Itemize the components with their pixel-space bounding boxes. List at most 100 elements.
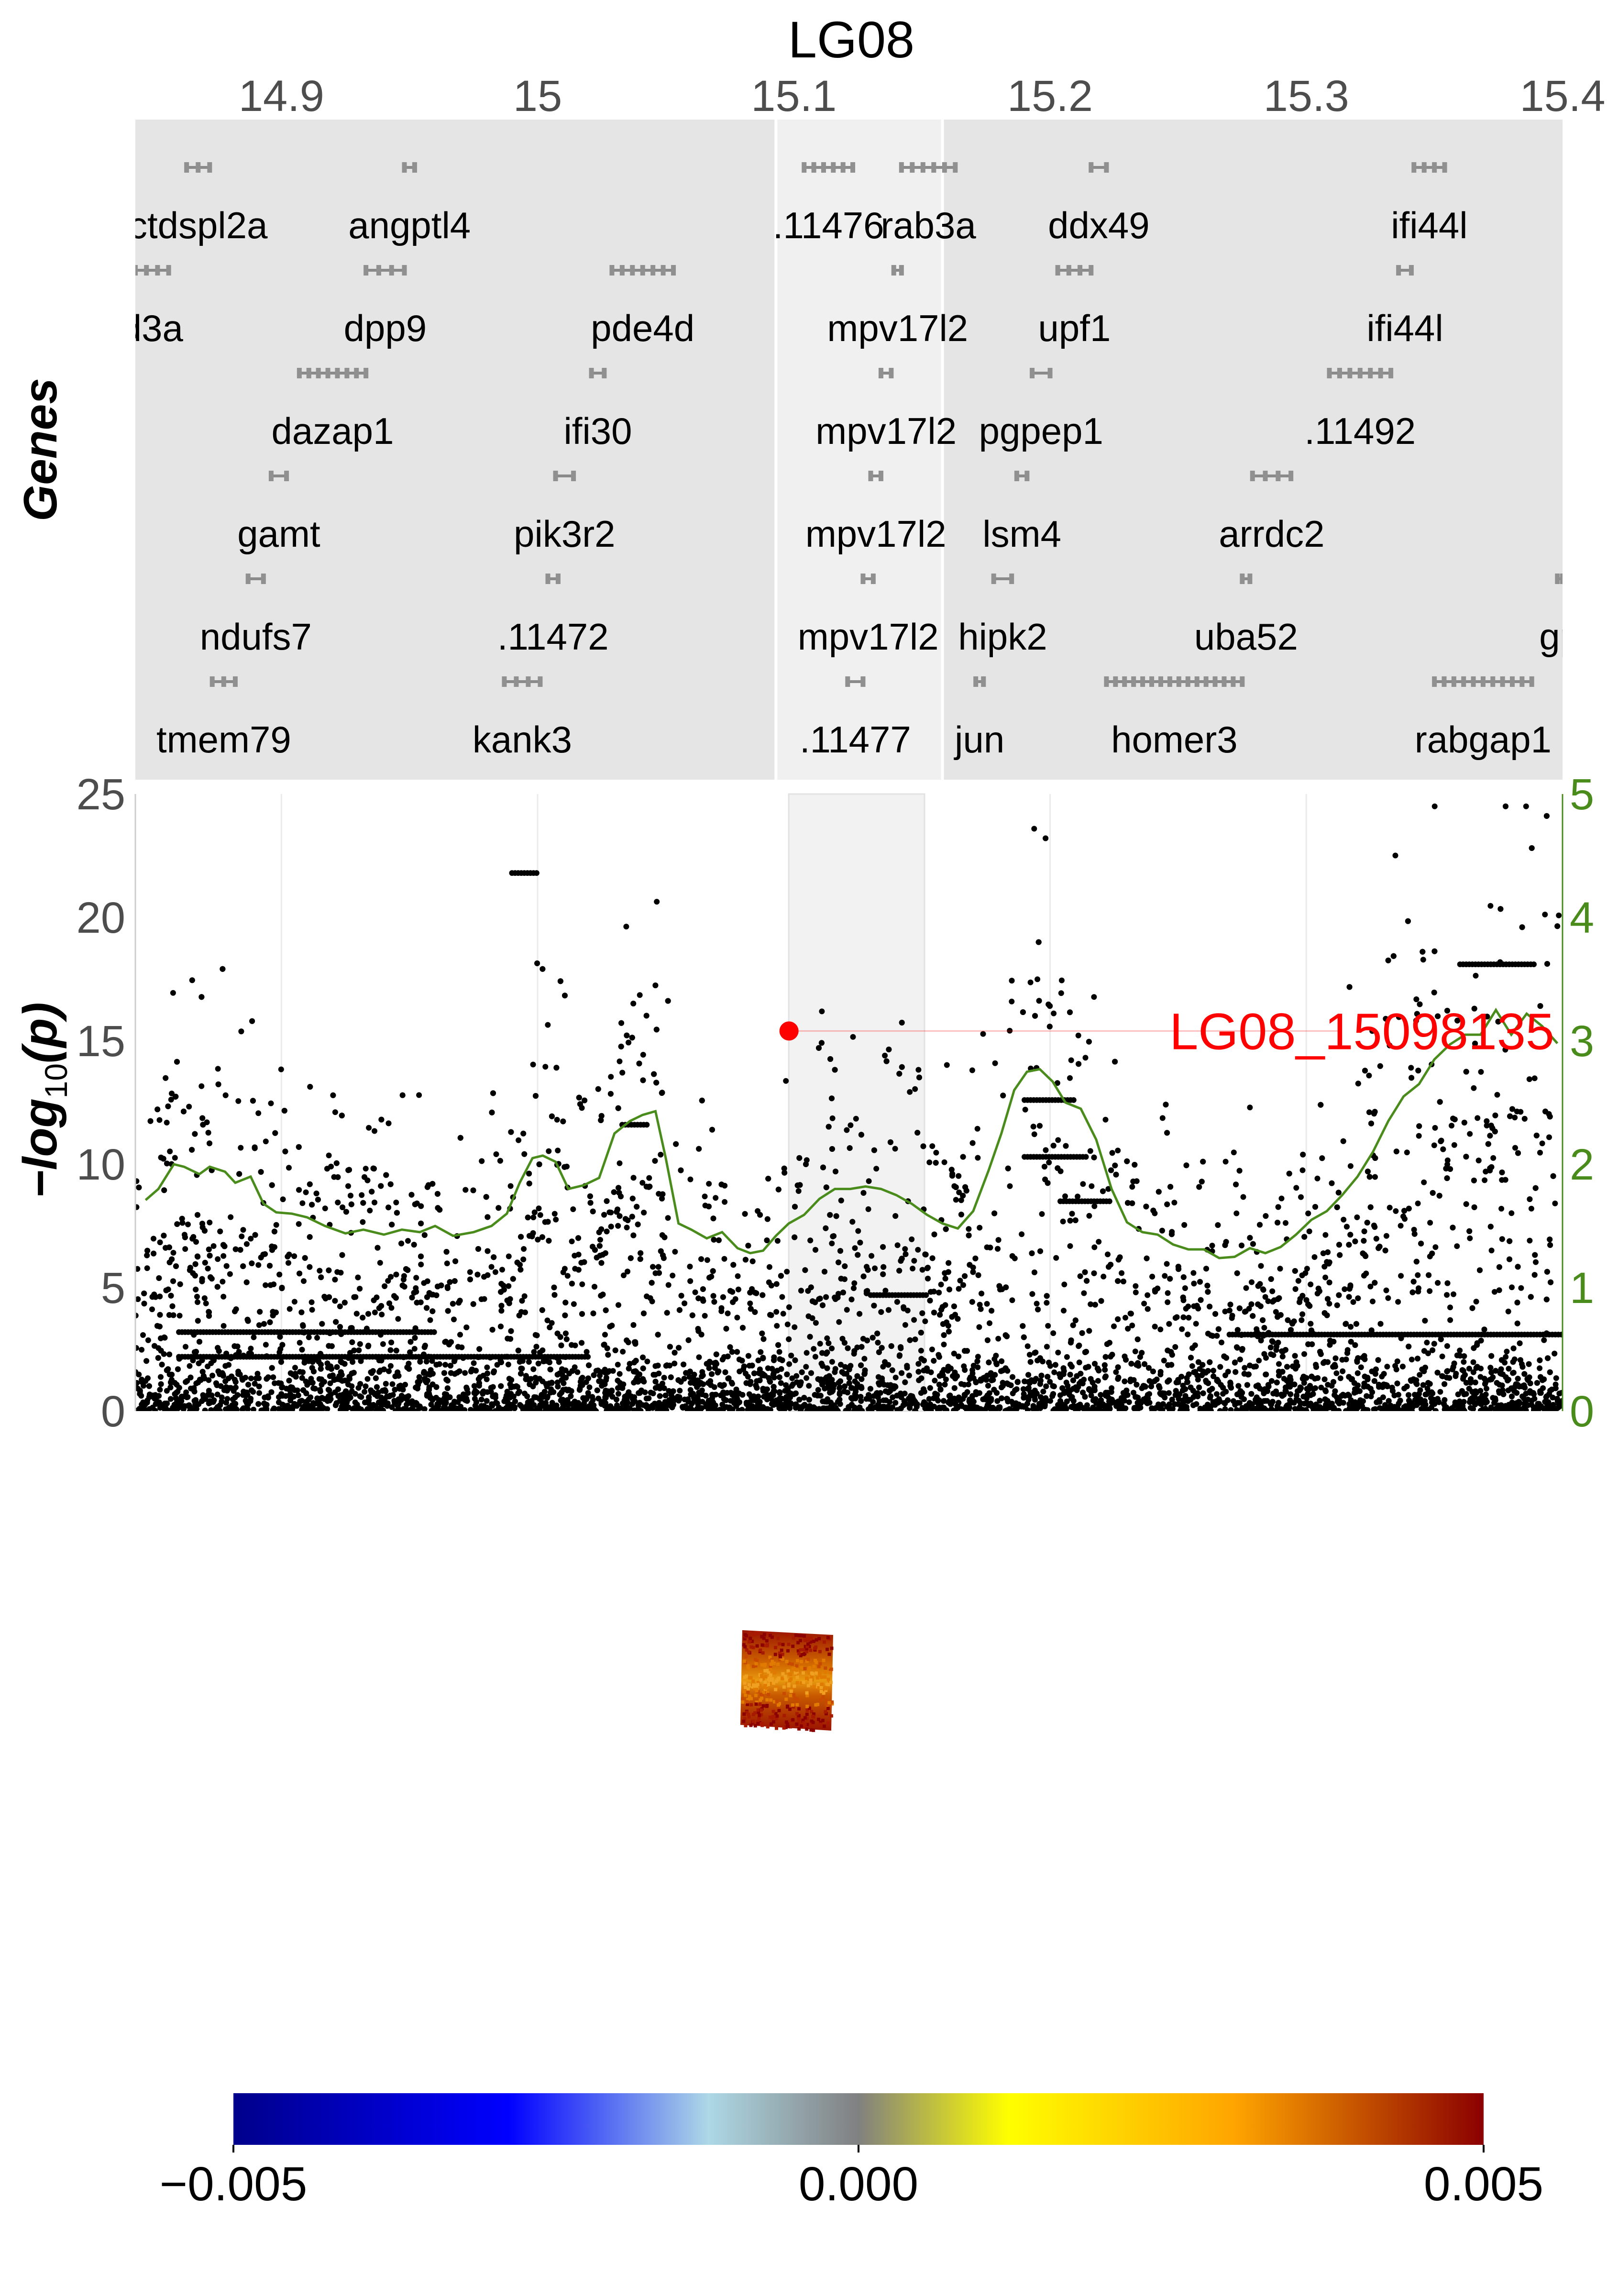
scatter-point [1063, 1380, 1069, 1386]
scatter-point [615, 1361, 621, 1368]
scatter-point [1383, 1287, 1389, 1293]
scatter-point [220, 1293, 227, 1300]
scatter-point [915, 1067, 922, 1073]
scatter-point [832, 1366, 838, 1372]
scatter-point [844, 1307, 850, 1313]
scatter-point [852, 1245, 858, 1251]
scatter-point [586, 1384, 593, 1391]
scatter-point [1179, 1326, 1185, 1332]
scatter-point [1098, 1392, 1104, 1398]
scatter-point [873, 1166, 880, 1172]
scatter-point [1164, 1261, 1170, 1267]
scatter-point [734, 1314, 740, 1321]
scatter-point [151, 1236, 156, 1242]
gene-exon [1529, 676, 1534, 687]
scatter-point [278, 1066, 284, 1072]
scatter-point [1162, 1273, 1168, 1279]
gene-exon [363, 265, 369, 276]
scatter-point [286, 1260, 291, 1266]
x-tick-label: 15.4 [1519, 72, 1605, 121]
scatter-point [1189, 1363, 1195, 1369]
scatter-point [1366, 1072, 1372, 1079]
scatter-point [421, 1280, 427, 1286]
scatter-point [912, 1086, 918, 1092]
scatter-point [1461, 1359, 1467, 1365]
scatter-point [547, 1366, 553, 1372]
scatter-point [516, 1137, 522, 1143]
scatter-point [1096, 1239, 1102, 1245]
scatter-point [616, 1058, 623, 1064]
scatter-point [299, 1200, 306, 1206]
scatter-point [1095, 1378, 1101, 1384]
scatter-point [1415, 1272, 1421, 1278]
scatter-point [1105, 1251, 1111, 1258]
scatter-point [687, 1176, 693, 1182]
scatter-point [665, 1215, 671, 1221]
scatter-point [554, 1116, 560, 1123]
scatter-point [829, 1346, 835, 1351]
scatter-point [240, 1227, 246, 1233]
scatter-point [987, 1320, 992, 1326]
gene-label: .11492 [1304, 410, 1416, 452]
scatter-point [1494, 1092, 1500, 1098]
scatter-point [1260, 1287, 1266, 1293]
gene-exon [1240, 574, 1245, 584]
scatter-point [1398, 1273, 1404, 1279]
scatter-point [345, 1183, 351, 1189]
scatter-point [850, 1034, 856, 1040]
scatter-point [804, 1350, 810, 1356]
scatter-point [1518, 1109, 1524, 1115]
scatter-point [962, 1367, 968, 1373]
scatter-point [1159, 1115, 1166, 1121]
gene-exon [376, 265, 381, 276]
scatter-point [570, 1206, 576, 1212]
gene-exon [1089, 162, 1094, 173]
gene-exon [1167, 676, 1172, 687]
scatter-point [624, 1225, 630, 1231]
scatter-point [1533, 1259, 1539, 1265]
scatter-point [704, 1257, 710, 1263]
scatter-point [1087, 1148, 1093, 1154]
scatter-point [1044, 1300, 1050, 1306]
scatter-point [616, 1302, 621, 1308]
scatter-point [1432, 1125, 1438, 1131]
scatter-point [1537, 1149, 1543, 1156]
scatter-point [286, 1165, 292, 1171]
scatter-point [308, 1299, 315, 1305]
scatter-point [575, 1251, 582, 1258]
scatter-point [672, 1248, 678, 1255]
scatter-point [1233, 1210, 1240, 1216]
gene-label: lsm4 [982, 513, 1061, 555]
scatter-point [1046, 1159, 1052, 1166]
gene-exon [1231, 676, 1236, 687]
scatter-point [1451, 1142, 1457, 1148]
scatter-point [1498, 1205, 1505, 1212]
gene-exon [1250, 471, 1255, 481]
scatter-point [1034, 1301, 1040, 1307]
scatter-point [1009, 1297, 1015, 1303]
scatter-point [702, 1193, 708, 1200]
scatter-point [1553, 1375, 1559, 1381]
gene-exon [155, 265, 160, 276]
scatter-point [207, 1219, 213, 1225]
gene-label: kank3 [473, 718, 572, 761]
scatter-point [1276, 1361, 1282, 1367]
scatter-point [813, 1320, 819, 1326]
gene-exon [878, 368, 883, 378]
gene-label: homer3 [1111, 718, 1237, 761]
scatter-point [915, 1247, 921, 1253]
scatter-point [1186, 1314, 1192, 1321]
scatter-point [1044, 1344, 1050, 1350]
scatter-point [1080, 1181, 1086, 1187]
scatter-point [561, 1266, 568, 1272]
scatter-point [661, 1375, 667, 1381]
scatter-point [1467, 1131, 1473, 1137]
scatter-point [880, 1364, 886, 1370]
gene-exon [196, 162, 201, 173]
scatter-point [360, 1219, 366, 1225]
scatter-point [1115, 1148, 1121, 1154]
scatter-point [1457, 1347, 1463, 1354]
gene-exon [1288, 471, 1294, 481]
scatter-point [616, 1371, 623, 1377]
scatter-point [855, 1228, 861, 1234]
